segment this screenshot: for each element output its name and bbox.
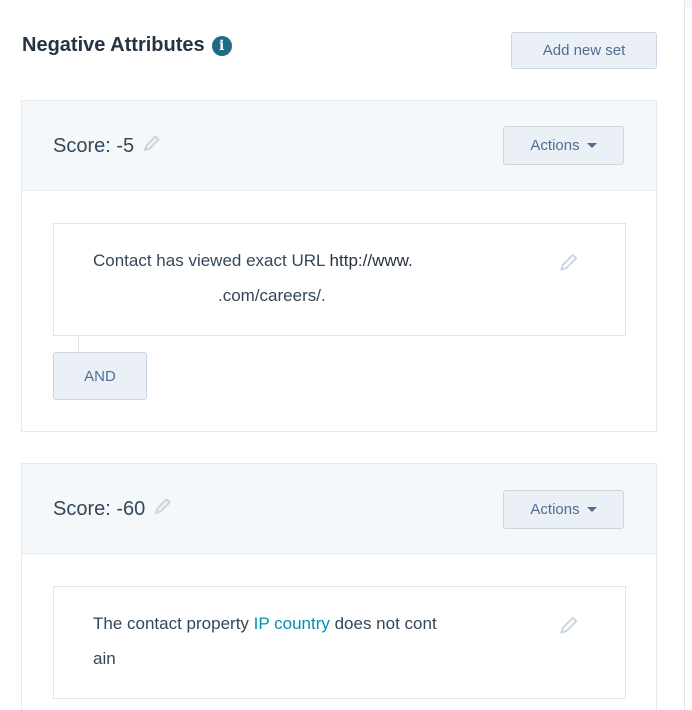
rule-condition-box[interactable]: The contact property IP country does not… <box>53 586 626 699</box>
pencil-icon[interactable] <box>558 614 580 641</box>
rule-line-1: Contact has viewed exact URL http://www. <box>93 243 413 278</box>
caret-down-icon <box>586 507 597 512</box>
score-set-card: Score: -60 Actions The contact property … <box>21 463 657 710</box>
pencil-icon[interactable] <box>558 251 580 278</box>
negative-attributes-panel: Negative Attributes i Add new set Score:… <box>0 0 685 710</box>
score-label: Score: -5 <box>53 133 162 159</box>
and-button[interactable]: AND <box>53 352 147 400</box>
section-title: Negative Attributes i <box>22 34 232 57</box>
section-title-text: Negative Attributes <box>22 34 205 56</box>
actions-label: Actions <box>530 501 580 518</box>
rule-text: Contact has viewed exact URL http://www.… <box>93 243 413 313</box>
score-text: Score: -60 <box>53 497 146 520</box>
rule-connector-line <box>78 336 79 352</box>
caret-down-icon <box>586 143 597 148</box>
rule-condition-box[interactable]: Contact has viewed exact URL http://www.… <box>53 223 626 336</box>
score-text: Score: -5 <box>53 134 135 157</box>
rule-line-2: ain <box>93 649 116 668</box>
pencil-icon[interactable] <box>142 133 162 159</box>
actions-dropdown-button[interactable]: Actions <box>503 490 624 529</box>
score-set-header: Score: -5 Actions <box>22 101 656 191</box>
score-label: Score: -60 <box>53 496 173 522</box>
score-set-header: Score: -60 Actions <box>22 464 656 554</box>
rule-text: The contact property IP country does not… <box>93 606 437 676</box>
rule-suffix: does not cont <box>329 614 437 633</box>
property-link[interactable]: IP country <box>254 614 330 633</box>
score-set-card: Score: -5 Actions Contact has viewed exa… <box>21 100 657 432</box>
add-new-set-button[interactable]: Add new set <box>511 32 657 69</box>
actions-dropdown-button[interactable]: Actions <box>503 126 624 165</box>
info-icon[interactable]: i <box>211 35 232 56</box>
pencil-icon[interactable] <box>153 496 173 522</box>
rule-url: http://www. <box>329 251 413 270</box>
rule-prefix: Contact has viewed exact URL <box>93 251 330 270</box>
rule-line-2: .com/careers/. <box>218 286 326 305</box>
rule-line-1: The contact property IP country does not… <box>93 606 437 641</box>
actions-label: Actions <box>530 137 580 154</box>
rule-prefix: The contact property <box>93 614 254 633</box>
